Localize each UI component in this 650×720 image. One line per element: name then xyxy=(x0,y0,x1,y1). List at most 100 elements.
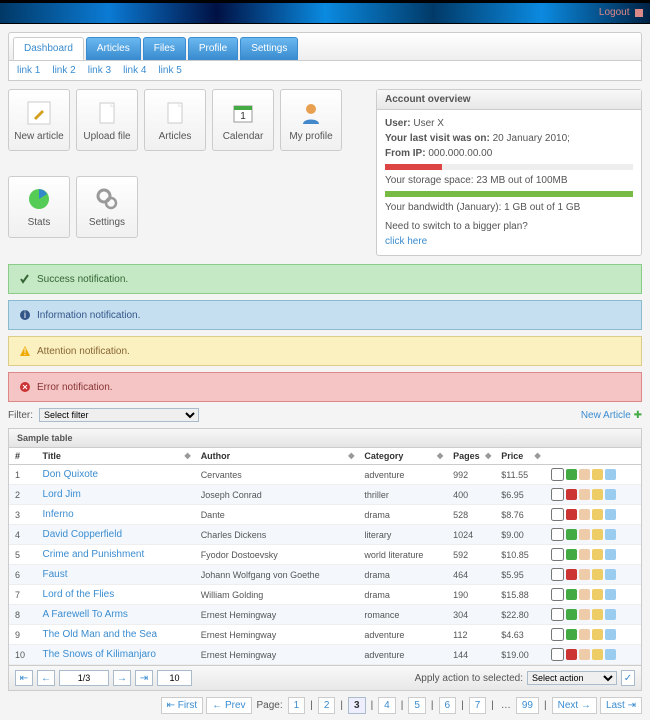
pencil-icon[interactable] xyxy=(592,509,603,520)
title-link[interactable]: Don Quixote xyxy=(43,469,99,480)
delete-icon[interactable] xyxy=(605,589,616,600)
delete-icon[interactable] xyxy=(605,609,616,620)
column-header[interactable] xyxy=(545,448,641,465)
tile-calendar[interactable]: 1Calendar xyxy=(212,89,274,151)
delete-icon[interactable] xyxy=(605,529,616,540)
pencil-icon[interactable] xyxy=(592,609,603,620)
pencil-icon[interactable] xyxy=(592,649,603,660)
column-header[interactable]: Category◆ xyxy=(358,448,447,465)
per-page-input[interactable] xyxy=(157,670,192,686)
logout-link[interactable]: Logout xyxy=(599,7,644,18)
tile-my-profile[interactable]: My profile xyxy=(280,89,342,151)
sublink[interactable]: link 1 xyxy=(17,65,40,76)
row-checkbox[interactable] xyxy=(551,468,564,481)
title-link[interactable]: Lord Jim xyxy=(43,489,81,500)
title-link[interactable]: David Copperfield xyxy=(43,529,123,540)
first-page-button[interactable]: ⇤ xyxy=(15,670,33,686)
pencil-icon[interactable] xyxy=(592,529,603,540)
title-link[interactable]: A Farewell To Arms xyxy=(43,609,128,620)
pager-first[interactable]: ⇤ First xyxy=(161,697,204,714)
prev-page-button[interactable]: ← xyxy=(37,670,55,686)
tab-dashboard[interactable]: Dashboard xyxy=(13,37,84,60)
column-header[interactable]: Pages◆ xyxy=(447,448,495,465)
title-link[interactable]: The Snows of Kilimanjaro xyxy=(43,649,156,660)
pager-page[interactable]: 7 xyxy=(469,697,487,714)
pencil-icon[interactable] xyxy=(592,569,603,580)
status-icon[interactable] xyxy=(566,609,577,620)
tab-files[interactable]: Files xyxy=(143,37,186,60)
next-page-button[interactable]: → xyxy=(113,670,131,686)
edit-icon[interactable] xyxy=(579,529,590,540)
edit-icon[interactable] xyxy=(579,489,590,500)
column-header[interactable]: Price◆ xyxy=(495,448,544,465)
sublink[interactable]: link 2 xyxy=(52,65,75,76)
pager-page[interactable]: 99 xyxy=(516,697,539,714)
pager-last[interactable]: Last ⇥ xyxy=(600,697,642,714)
edit-icon[interactable] xyxy=(579,609,590,620)
page-indicator-input[interactable] xyxy=(59,670,109,686)
pager-next[interactable]: Next → xyxy=(552,697,597,714)
delete-icon[interactable] xyxy=(605,469,616,480)
title-link[interactable]: Lord of the Flies xyxy=(43,589,115,600)
pencil-icon[interactable] xyxy=(592,549,603,560)
column-header[interactable]: Author◆ xyxy=(195,448,359,465)
delete-icon[interactable] xyxy=(605,489,616,500)
row-checkbox[interactable] xyxy=(551,608,564,621)
new-article-link[interactable]: New Article ✚ xyxy=(581,410,642,421)
sublink[interactable]: link 4 xyxy=(123,65,146,76)
row-checkbox[interactable] xyxy=(551,548,564,561)
apply-action-select[interactable]: Select action xyxy=(527,671,617,685)
status-icon[interactable] xyxy=(566,549,577,560)
pager-page[interactable]: 2 xyxy=(318,697,336,714)
tab-settings[interactable]: Settings xyxy=(240,37,298,60)
delete-icon[interactable] xyxy=(605,549,616,560)
row-checkbox[interactable] xyxy=(551,528,564,541)
pencil-icon[interactable] xyxy=(592,469,603,480)
edit-icon[interactable] xyxy=(579,509,590,520)
pager-page[interactable]: 1 xyxy=(288,697,306,714)
edit-icon[interactable] xyxy=(579,469,590,480)
tile-new-article[interactable]: New article xyxy=(8,89,70,151)
row-checkbox[interactable] xyxy=(551,628,564,641)
status-icon[interactable] xyxy=(566,529,577,540)
apply-confirm-button[interactable]: ✓ xyxy=(621,670,635,686)
delete-icon[interactable] xyxy=(605,649,616,660)
tile-upload-file[interactable]: Upload file xyxy=(76,89,138,151)
pager-page[interactable]: 6 xyxy=(439,697,457,714)
status-icon[interactable] xyxy=(566,489,577,500)
sublink[interactable]: link 5 xyxy=(158,65,181,76)
edit-icon[interactable] xyxy=(579,549,590,560)
tile-articles[interactable]: Articles xyxy=(144,89,206,151)
row-checkbox[interactable] xyxy=(551,648,564,661)
tab-articles[interactable]: Articles xyxy=(86,37,141,60)
pager-page[interactable]: 3 xyxy=(348,697,366,714)
edit-icon[interactable] xyxy=(579,589,590,600)
tab-profile[interactable]: Profile xyxy=(188,37,238,60)
title-link[interactable]: Faust xyxy=(43,569,68,580)
delete-icon[interactable] xyxy=(605,509,616,520)
row-checkbox[interactable] xyxy=(551,588,564,601)
column-header[interactable]: # xyxy=(9,448,37,465)
edit-icon[interactable] xyxy=(579,629,590,640)
status-icon[interactable] xyxy=(566,469,577,480)
column-header[interactable]: Title◆ xyxy=(37,448,195,465)
delete-icon[interactable] xyxy=(605,629,616,640)
status-icon[interactable] xyxy=(566,589,577,600)
pager-prev[interactable]: ← Prev xyxy=(206,697,251,714)
tile-settings[interactable]: Settings xyxy=(76,176,138,238)
sublink[interactable]: link 3 xyxy=(88,65,111,76)
pencil-icon[interactable] xyxy=(592,589,603,600)
edit-icon[interactable] xyxy=(579,649,590,660)
delete-icon[interactable] xyxy=(605,569,616,580)
filter-select[interactable]: Select filter xyxy=(39,408,199,422)
status-icon[interactable] xyxy=(566,569,577,580)
title-link[interactable]: Crime and Punishment xyxy=(43,549,145,560)
pager-page[interactable]: 4 xyxy=(378,697,396,714)
title-link[interactable]: The Old Man and the Sea xyxy=(43,629,158,640)
last-page-button[interactable]: ⇥ xyxy=(135,670,153,686)
pencil-icon[interactable] xyxy=(592,629,603,640)
title-link[interactable]: Inferno xyxy=(43,509,74,520)
status-icon[interactable] xyxy=(566,649,577,660)
status-icon[interactable] xyxy=(566,629,577,640)
pencil-icon[interactable] xyxy=(592,489,603,500)
